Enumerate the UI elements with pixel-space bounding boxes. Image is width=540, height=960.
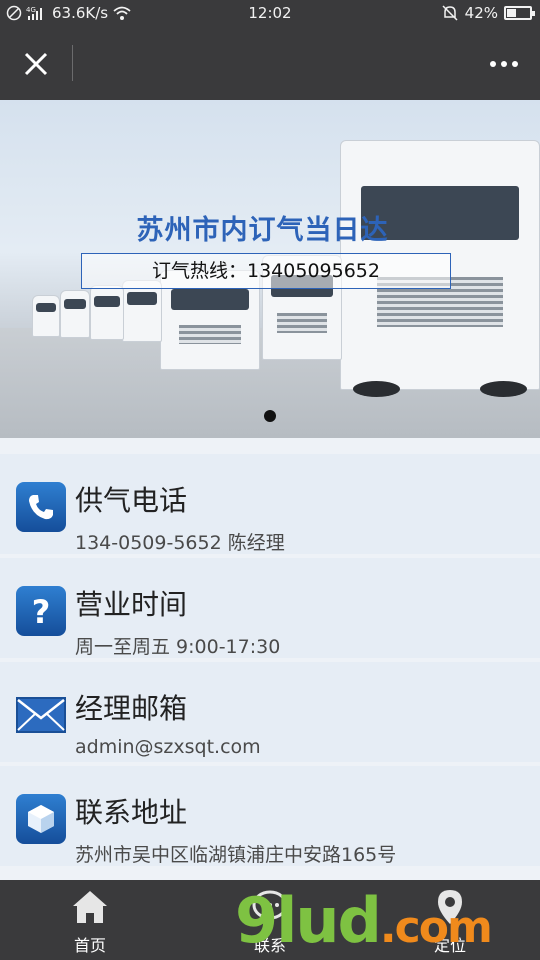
more-button[interactable] (486, 52, 522, 76)
battery-percent: 42% (464, 4, 498, 22)
info-value: 周一至周五 9:00-17:30 (75, 636, 281, 658)
info-label: 经理邮箱 (75, 692, 188, 725)
info-value: 134-0509-5652 陈经理 (75, 532, 285, 554)
info-item-phone[interactable]: 供气电话 134-0509-5652 陈经理 (0, 454, 540, 554)
status-right: 42% (441, 4, 535, 22)
question-icon: ? (16, 586, 66, 636)
nav-location[interactable]: 定位 (390, 880, 510, 960)
info-label: 供气电话 (75, 484, 188, 517)
nav-home[interactable]: 首页 (30, 880, 150, 960)
phone-icon (16, 482, 66, 532)
banner-title: 苏州市内订气当日达 (136, 215, 389, 246)
home-icon (73, 891, 107, 923)
close-button[interactable] (18, 46, 54, 82)
close-icon (24, 52, 48, 76)
info-label: 营业时间 (75, 588, 188, 621)
nav-label: 联系 (253, 936, 286, 955)
battery-fill (507, 9, 516, 17)
banner-hotline: 订气热线：13405095652 (81, 253, 451, 289)
battery-icon (504, 6, 535, 20)
svg-text:?: ? (32, 594, 51, 628)
truck-image (32, 295, 60, 337)
banner-carousel[interactable]: 苏州市内订气当日达 订气热线：13405095652 (0, 100, 540, 438)
truck-image (60, 290, 90, 338)
nav-label: 定位 (433, 936, 466, 955)
info-value: 苏州市吴中区临湖镇浦庄中安路165号 (75, 844, 397, 866)
more-dots-icon (490, 61, 496, 67)
bottom-nav: 首页 联系 定位 (0, 880, 540, 960)
title-bar (0, 28, 540, 100)
truck-image (90, 285, 124, 340)
chat-icon (252, 890, 288, 923)
nav-label: 首页 (73, 936, 106, 955)
info-item-address[interactable]: 联系地址 苏州市吴中区临湖镇浦庄中安路165号 (0, 766, 540, 866)
map-pin-icon (438, 890, 462, 924)
mute-bell-icon (442, 5, 458, 21)
nav-contact[interactable]: 联系 (210, 880, 330, 960)
mail-icon (16, 690, 66, 740)
status-bar: 4G 63.6K/s 12:02 42% (0, 0, 540, 28)
title-divider (72, 45, 73, 81)
location-cube-icon (16, 794, 66, 844)
more-dot (512, 61, 518, 67)
info-value: admin@szxsqt.com (75, 736, 261, 758)
carousel-dot[interactable] (264, 410, 276, 422)
info-label: 联系地址 (75, 796, 188, 829)
info-item-email[interactable]: 经理邮箱 admin@szxsqt.com (0, 662, 540, 762)
info-item-hours[interactable]: ? 营业时间 周一至周五 9:00-17:30 (0, 558, 540, 658)
more-dot (501, 61, 507, 67)
truck-image (122, 280, 162, 342)
